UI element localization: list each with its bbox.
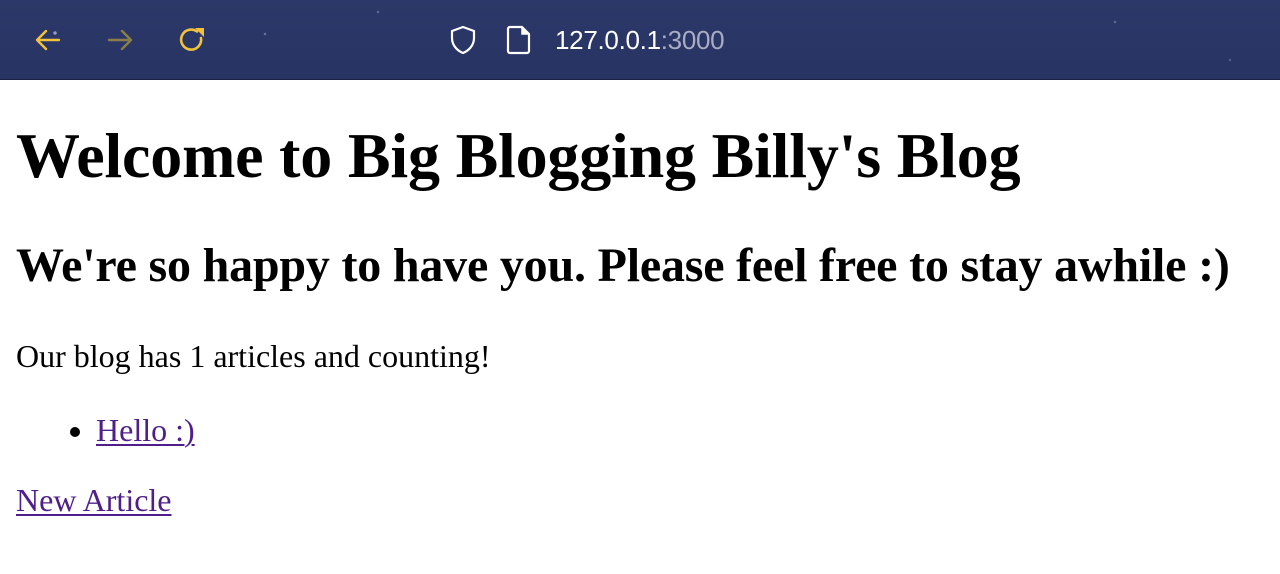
page-subtitle: We're so happy to have you. Please feel … xyxy=(16,239,1230,292)
article-count-text: Our blog has 1 articles and counting! xyxy=(16,338,491,374)
article-link[interactable]: Hello :) xyxy=(96,412,195,448)
list-item: Hello :) xyxy=(96,410,195,450)
arrow-right-icon xyxy=(107,29,133,51)
address-bar[interactable]: 127.0.0.1:3000 xyxy=(555,22,725,58)
arrow-left-icon xyxy=(35,29,61,51)
page-title: Welcome to Big Blogging Billy's Blog xyxy=(16,120,1021,191)
back-button[interactable] xyxy=(30,22,66,58)
reload-icon xyxy=(179,28,204,51)
shield-icon[interactable] xyxy=(447,24,479,56)
browser-toolbar: 127.0.0.1:3000 xyxy=(0,0,1280,80)
new-article-link[interactable]: New Article xyxy=(16,480,172,520)
article-list: Hello :) xyxy=(56,410,195,450)
url-host: 127.0.0.1 xyxy=(555,25,661,55)
forward-button[interactable] xyxy=(102,22,138,58)
page-icon xyxy=(506,25,531,55)
url-port: :3000 xyxy=(660,25,725,55)
reload-button[interactable] xyxy=(174,22,210,58)
